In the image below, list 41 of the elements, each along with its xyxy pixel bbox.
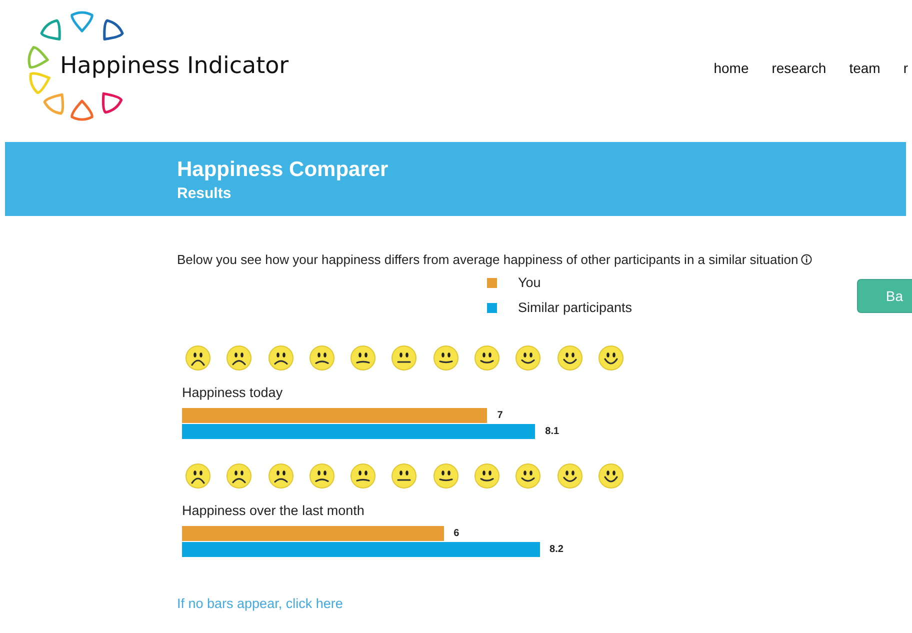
legend-swatch xyxy=(487,278,497,288)
smiley-icon xyxy=(185,463,211,489)
page-title: Happiness Comparer xyxy=(177,158,390,182)
legend-swatch xyxy=(487,302,497,312)
logo-text: Happiness Indicator xyxy=(60,53,289,79)
smiley-icon xyxy=(391,463,418,489)
nav-link[interactable]: research xyxy=(772,60,826,76)
smiley-icon xyxy=(308,345,335,371)
nav-link[interactable]: home xyxy=(714,60,749,76)
smiley-icon xyxy=(474,463,500,489)
chart-title: Happiness today xyxy=(182,385,284,400)
smiley-icon xyxy=(226,345,252,371)
smiley-icon xyxy=(226,463,252,489)
smiley-icon xyxy=(598,345,624,371)
smiley-icon xyxy=(350,463,376,489)
smiley-icon xyxy=(268,345,294,371)
page-subtitle: Results xyxy=(177,185,232,202)
smiley-icon xyxy=(268,463,294,489)
intro-text: Below you see how your happiness differs from average happiness of other participants in a similar situation xyxy=(177,252,798,267)
nav-link[interactable]: r xyxy=(903,60,908,76)
nav-link[interactable]: team xyxy=(849,60,880,76)
legend-label: Similar participants xyxy=(518,300,632,315)
smiley-icon xyxy=(391,345,418,371)
bar-value: 8.2 xyxy=(550,544,564,555)
smiley-icon xyxy=(598,463,624,489)
smiley-icon xyxy=(556,345,583,371)
smiley-icon xyxy=(432,345,459,371)
smiley-icon xyxy=(474,345,500,371)
smiley-icon xyxy=(515,345,542,371)
chart-title: Happiness over the last month xyxy=(182,503,366,518)
bar-value: 6 xyxy=(454,528,460,539)
bar-value: 7 xyxy=(497,410,503,421)
smiley-icon xyxy=(556,463,583,489)
smiley-icon xyxy=(185,345,211,371)
smiley-icon xyxy=(515,463,542,489)
info-icon[interactable] xyxy=(801,254,812,265)
bar-value: 8.1 xyxy=(545,426,560,437)
smiley-icon xyxy=(350,345,376,371)
smiley-icon xyxy=(308,463,335,489)
smiley-icon xyxy=(432,463,459,489)
legend-label: You xyxy=(518,275,541,290)
